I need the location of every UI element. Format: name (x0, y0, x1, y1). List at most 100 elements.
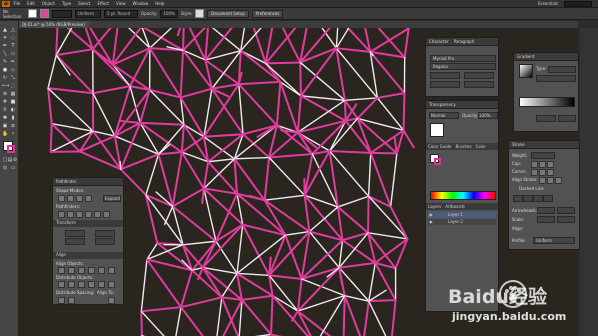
leading-field[interactable] (464, 72, 494, 79)
pen-tool-icon[interactable]: ✒ (2, 43, 8, 49)
rectangle-tool-icon[interactable]: ▭ (10, 51, 16, 57)
unite-icon[interactable] (58, 195, 65, 202)
document-tab[interactable]: DJ-01.ai* @ 50% (RGB/Preview) (18, 21, 89, 28)
bevel-join-icon[interactable] (547, 169, 554, 176)
vertical-spacing-icon[interactable] (58, 297, 65, 304)
zoom-tool-icon[interactable]: ⚬ (10, 131, 16, 137)
line-tool-icon[interactable]: ╲ (2, 51, 8, 57)
minus-back-icon[interactable] (103, 211, 110, 218)
arrow-scale-start-field[interactable] (537, 216, 555, 223)
align-right-icon[interactable] (78, 267, 85, 274)
gradient-slider[interactable] (519, 97, 575, 107)
preferences-button[interactable]: Preferences (251, 9, 284, 18)
perspective-grid-icon[interactable]: ▦ (10, 91, 16, 97)
menu-window[interactable]: Window (133, 1, 149, 6)
arrow-scale-end-field[interactable] (557, 216, 575, 223)
gap-field-1[interactable] (523, 195, 533, 202)
gradient-preview-swatch[interactable] (519, 64, 533, 78)
menu-edit[interactable]: Edit (27, 1, 35, 6)
menu-help[interactable]: Help (155, 1, 164, 6)
symbol-sprayer-icon[interactable]: ✺ (2, 115, 8, 121)
outline-icon[interactable] (94, 211, 101, 218)
menu-select[interactable]: Select (78, 1, 90, 6)
dash-field-2[interactable] (533, 195, 543, 202)
butt-cap-icon[interactable] (531, 161, 538, 168)
artboard-tool-icon[interactable]: ▣ (2, 123, 8, 129)
tab-paragraph[interactable]: Paragraph (454, 39, 475, 44)
merge-icon[interactable] (76, 211, 83, 218)
expand-button[interactable]: Expand (103, 195, 121, 202)
transform-w-field[interactable] (95, 230, 115, 237)
exclude-icon[interactable] (85, 195, 92, 202)
align-inside-icon[interactable] (547, 177, 554, 184)
horizontal-spacing-icon[interactable] (68, 297, 75, 304)
tracking-field[interactable] (464, 81, 494, 88)
layer-row-2[interactable]: ◉ Layer 2 (428, 219, 496, 225)
screen-mode-icon[interactable]: ▭ (10, 165, 16, 171)
miter-join-icon[interactable] (531, 169, 538, 176)
align-bottom-icon[interactable] (108, 267, 115, 274)
stroke-swatch[interactable] (40, 9, 49, 18)
hand-tool-icon[interactable]: ✋ (2, 131, 8, 137)
gradient-type-dropdown[interactable] (548, 66, 576, 73)
dashed-line-checkbox[interactable]: Dashed Line (519, 186, 544, 191)
variable-width-dropdown[interactable]: Uniform (75, 9, 101, 18)
magic-wand-icon[interactable]: ✦ (2, 35, 8, 41)
align-outside-icon[interactable] (555, 177, 562, 184)
distribute-vcenter-icon[interactable] (68, 281, 75, 288)
gap-field-2[interactable] (543, 195, 553, 202)
menu-effect[interactable]: Effect (97, 1, 109, 6)
width-tool-icon[interactable]: ⟷ (2, 83, 9, 89)
stroke-weight-dropdown[interactable] (52, 9, 72, 18)
distribute-hcenter-icon[interactable] (98, 281, 105, 288)
divide-icon[interactable] (58, 211, 65, 218)
rotate-tool-icon[interactable]: ↻ (2, 75, 8, 81)
font-size-field[interactable] (430, 72, 460, 79)
selection-tool-icon[interactable]: ▲ (2, 27, 8, 33)
transform-y-field[interactable] (65, 238, 85, 245)
align-vcenter-icon[interactable] (98, 267, 105, 274)
font-style-dropdown[interactable]: Regular (430, 63, 496, 70)
eyedropper-icon[interactable]: ⚲ (2, 107, 8, 113)
arrowhead-end-dropdown[interactable] (557, 207, 575, 214)
trim-icon[interactable] (67, 211, 74, 218)
pencil-icon[interactable]: ✏ (10, 59, 16, 65)
align-title[interactable]: Align (56, 252, 66, 257)
round-join-icon[interactable] (539, 169, 546, 176)
menu-file[interactable]: File (13, 1, 20, 6)
gradient-opacity-field[interactable] (536, 115, 556, 122)
tab-color[interactable]: Color (476, 144, 486, 149)
align-center-icon[interactable] (539, 177, 546, 184)
scale-tool-icon[interactable]: ⤡ (10, 75, 16, 81)
direct-selection-tool-icon[interactable]: △ (10, 27, 16, 33)
dash-field-1[interactable] (513, 195, 523, 202)
minus-front-icon[interactable] (67, 195, 74, 202)
color-spectrum-bar[interactable] (430, 191, 496, 200)
align-hcenter-icon[interactable] (68, 267, 75, 274)
distribute-top-icon[interactable] (58, 281, 65, 288)
workspace-switcher[interactable]: Essentials (538, 1, 558, 6)
stroke-weight-field[interactable] (531, 152, 555, 159)
eraser-icon[interactable]: ◇ (10, 67, 16, 73)
stroke-color-swatch[interactable] (7, 145, 15, 153)
eye-icon[interactable]: ◉ (429, 212, 433, 217)
distribute-right-icon[interactable] (108, 281, 115, 288)
brush-dropdown[interactable]: 5 pt. Round (104, 9, 138, 18)
menu-type[interactable]: Type (62, 1, 71, 6)
kerning-field[interactable] (430, 81, 460, 88)
eye-icon[interactable]: ◉ (429, 219, 433, 224)
round-cap-icon[interactable] (539, 161, 546, 168)
color-stroke-swatch[interactable] (434, 158, 441, 165)
graphic-style-swatch[interactable] (195, 9, 205, 18)
transform-h-field[interactable] (95, 238, 115, 245)
slice-tool-icon[interactable]: ⧄ (10, 123, 16, 129)
fill-swatch[interactable] (28, 9, 37, 18)
lasso-icon[interactable]: ◌ (10, 35, 16, 41)
transform-title[interactable]: Transform (56, 220, 76, 225)
font-family-dropdown[interactable]: Myriad Pro (430, 55, 496, 62)
distribute-left-icon[interactable] (88, 281, 95, 288)
transparency-opacity-field[interactable]: 100% (478, 112, 498, 119)
free-transform-icon[interactable]: ⬚ (10, 83, 16, 89)
blend-tool-icon[interactable]: ◐ (10, 107, 16, 113)
align-to-icon[interactable] (108, 297, 115, 304)
